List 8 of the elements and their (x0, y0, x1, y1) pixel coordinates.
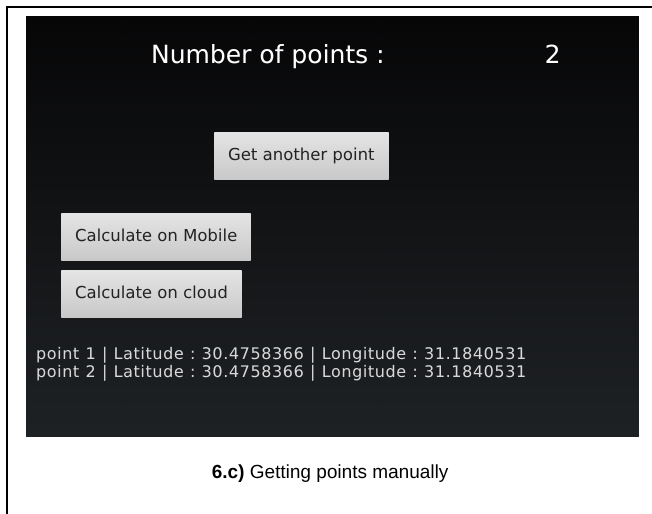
count-value: 2 (544, 39, 560, 71)
point-text: point 2 | Latitude : 30.4758366 | Longitude : 31.1840531 (36, 362, 528, 380)
figure-caption: 6.c) Getting points manually (212, 462, 448, 483)
action-button[interactable]: Calculate on cloud (61, 270, 242, 318)
point-text: point 1 | Latitude : 30.4758366 | Longitude : 31.1840531 (36, 344, 528, 362)
action-button[interactable]: Get another point (214, 132, 389, 180)
action-button[interactable]: Calculate on Mobile (61, 212, 252, 260)
count-label: Number of points : (151, 39, 385, 71)
